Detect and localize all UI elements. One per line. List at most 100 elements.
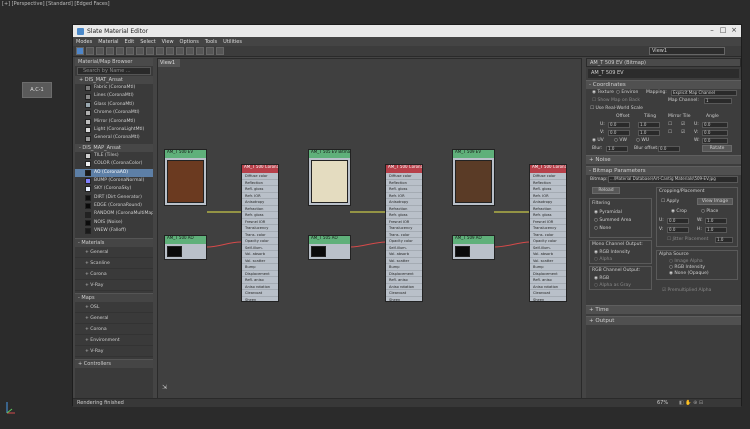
map-item[interactable]: DIRT (Dirt Generator) <box>75 194 153 202</box>
view-select[interactable]: View1 <box>649 47 725 55</box>
materials-category[interactable]: + Scanline <box>75 258 153 269</box>
u-tiling-field[interactable]: 1.0 <box>638 122 660 128</box>
rollout-output[interactable]: + Output <box>586 316 741 325</box>
u-mirror-check[interactable]: ☐ <box>668 121 672 129</box>
bitmap-node[interactable]: AM_T 509 EV <box>452 149 495 206</box>
none-radio[interactable]: ○ None <box>594 226 611 231</box>
show-shaded-icon[interactable] <box>146 47 154 55</box>
close-icon[interactable]: × <box>729 26 739 35</box>
section-materials[interactable]: - Materials <box>75 237 153 247</box>
ao-node[interactable]: AM_T 500 AO <box>164 235 207 260</box>
rgb-intensity-radio[interactable]: ◉ RGB Intensity <box>594 250 630 255</box>
v-tile-check[interactable]: ☑ <box>681 129 685 137</box>
jitter-field[interactable]: 1.0 <box>715 237 733 243</box>
place-radio[interactable]: ○ Place <box>701 209 718 214</box>
material-item[interactable]: Light (CoronaLightMtl) <box>75 126 153 134</box>
ao-node[interactable]: AM_T 509 AO <box>452 235 495 260</box>
maps-category[interactable]: + OSL <box>75 302 153 313</box>
u-tile-check[interactable]: ☑ <box>681 121 685 129</box>
bitmap-node[interactable]: AM_T 500 EV <box>164 149 207 206</box>
rotate-button[interactable]: Rotate <box>702 145 732 152</box>
map-item[interactable]: NOIS (Noise) <box>75 219 153 227</box>
environ-radio[interactable]: ○ Environ <box>616 89 638 97</box>
menu-options[interactable]: Options <box>180 39 199 45</box>
v-offset-field[interactable]: 0.0 <box>608 130 630 136</box>
show-parameters-icon[interactable] <box>196 47 204 55</box>
delete-icon[interactable] <box>116 47 124 55</box>
reload-button[interactable]: Reload <box>592 187 620 194</box>
map-item[interactable]: COLOR (CoronaColor) <box>75 160 153 168</box>
material-id-icon[interactable] <box>186 47 194 55</box>
materials-category[interactable]: + V-Ray <box>75 280 153 291</box>
crop-u-field[interactable]: 0.0 <box>667 218 689 224</box>
browser-search-input[interactable]: Search by Name ... <box>77 67 151 75</box>
menu-view[interactable]: View <box>162 39 174 45</box>
status-tools-icon[interactable]: ◧ ✋ ⊕ ⊟ <box>679 399 703 408</box>
menu-modes[interactable]: Modes <box>76 39 92 45</box>
material-item[interactable]: General (CoronaMtl) <box>75 134 153 142</box>
u-offset-field[interactable]: 0.0 <box>608 122 630 128</box>
material-item[interactable]: Lines (CoronaMtl) <box>75 92 153 100</box>
browser-group-maps[interactable]: - DIS_MAP_Ansat <box>75 143 153 152</box>
menu-select[interactable]: Select <box>140 39 155 45</box>
select-tool-icon[interactable] <box>76 47 84 55</box>
summed-area-radio[interactable]: ○ Summed Area <box>594 218 631 223</box>
show-map-icon[interactable] <box>156 47 164 55</box>
minimize-icon[interactable]: – <box>707 26 717 35</box>
apply-checkbox[interactable]: ☐ Apply <box>661 199 679 204</box>
blur-offset-field[interactable]: 0.0 <box>658 146 680 152</box>
v-angle-field[interactable]: 0.0 <box>702 130 728 136</box>
corona-material-node[interactable]: AM_T 500 Corona Diffuse color Reflection Re… <box>529 164 567 302</box>
map-item[interactable]: SKY (CoronaSky) <box>75 185 153 193</box>
menu-material[interactable]: Material <box>98 39 118 45</box>
pick-material-icon[interactable] <box>86 47 94 55</box>
corona-material-node[interactable]: AM_T 500 Corona Diffuse color Reflection Re… <box>241 164 279 302</box>
rgb-radio[interactable]: ◉ RGB <box>594 276 609 281</box>
vw-radio[interactable]: ○ VW <box>614 137 627 145</box>
crop-radio[interactable]: ◉ Crop <box>671 209 687 214</box>
zoom-level[interactable]: 67% <box>657 399 668 408</box>
viewport-object-button[interactable]: A.C-1 <box>22 82 52 98</box>
maps-category[interactable]: + General <box>75 313 153 324</box>
hide-unused-icon[interactable] <box>136 47 144 55</box>
map-item[interactable]: TILE (Tiles) <box>75 152 153 160</box>
map-name-field[interactable]: AM_T 509 EV <box>588 69 739 78</box>
none-opaque-radio[interactable]: ◉ None (Opaque) <box>669 271 709 276</box>
view-image-button[interactable]: View Image <box>697 198 733 205</box>
image-alpha-radio[interactable]: ○ Image Alpha <box>669 259 703 264</box>
crop-h-field[interactable]: 1.0 <box>705 227 727 233</box>
put-to-scene-icon[interactable] <box>96 47 104 55</box>
rollout-time[interactable]: + Time <box>586 305 741 314</box>
select-by-material-icon[interactable] <box>206 47 214 55</box>
maximize-icon[interactable]: □ <box>718 26 728 35</box>
premultiplied-checkbox[interactable]: ☑ Premultiplied Alpha <box>662 287 711 295</box>
uv-radio[interactable]: ◉ UV <box>592 137 604 145</box>
wu-radio[interactable]: ○ WU <box>636 137 649 145</box>
real-world-checkbox[interactable]: ☐ Use Real-World Scale <box>590 105 643 113</box>
rollout-noise[interactable]: + Noise <box>586 155 741 164</box>
map-channel-field[interactable]: 1 <box>704 98 732 104</box>
layout-all-icon[interactable] <box>166 47 174 55</box>
menu-tools[interactable]: Tools <box>205 39 217 45</box>
section-maps[interactable]: - Maps <box>75 292 153 302</box>
v-mirror-check[interactable]: ☐ <box>668 129 672 137</box>
corona-material-node[interactable]: AM_T 500 Corona Diffuse color Reflection Re… <box>385 164 423 302</box>
map-item[interactable]: BUMP (CoronaNormal) <box>75 177 153 185</box>
show-map-checkbox[interactable]: ☐ Show Map on Back <box>592 97 640 105</box>
map-item[interactable]: AO (CoronaAO) <box>75 168 153 177</box>
crop-w-field[interactable]: 1.0 <box>705 218 727 224</box>
material-slot[interactable]: Sheen <box>386 297 422 302</box>
map-item[interactable]: VNEW (Falloff) <box>75 227 153 235</box>
jitter-checkbox[interactable]: ☐ Jitter Placement <box>667 237 708 242</box>
crop-v-field[interactable]: 0.0 <box>667 227 689 233</box>
rollout-coordinates[interactable]: - Coordinates <box>586 80 741 89</box>
viewport-label[interactable]: [+] [Perspective] [Standard] [Edged Face… <box>2 1 110 7</box>
v-tiling-field[interactable]: 1.0 <box>638 130 660 136</box>
material-item[interactable]: Fabric (CoronaMtl) <box>75 84 153 92</box>
materials-category[interactable]: + General <box>75 247 153 258</box>
maps-category[interactable]: + V-Ray <box>75 346 153 357</box>
maps-category[interactable]: + Corona <box>75 324 153 335</box>
map-item[interactable]: EDGE (CoronaRound) <box>75 202 153 210</box>
w-angle-field[interactable]: 0.0 <box>702 138 728 144</box>
texture-radio[interactable]: ◉ Texture <box>592 89 614 97</box>
